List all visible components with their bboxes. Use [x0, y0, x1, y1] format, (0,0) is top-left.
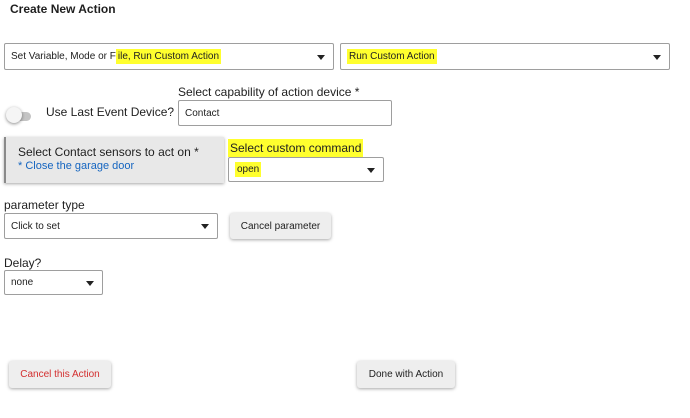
- selected-device: * Close the garage door: [18, 160, 135, 172]
- parameter-type-select[interactable]: Click to set: [4, 213, 218, 239]
- chevron-down-icon: [317, 54, 325, 60]
- cancel-parameter-button[interactable]: Cancel parameter: [230, 213, 331, 239]
- chevron-down-icon: [653, 54, 661, 60]
- action-type-value: Set Variable, Mode or File, Run Custom A…: [11, 49, 222, 64]
- toggle-knob[interactable]: [6, 107, 22, 123]
- action-type-select[interactable]: Set Variable, Mode or File, Run Custom A…: [4, 43, 334, 70]
- delay-value: none: [11, 277, 34, 288]
- delay-label: Delay?: [4, 256, 42, 270]
- custom-command-value: open: [235, 162, 262, 177]
- parameter-type-label: parameter type: [4, 198, 85, 212]
- capability-value: Contact: [185, 107, 220, 119]
- parameter-type-value: Click to set: [11, 220, 60, 232]
- capability-select[interactable]: Contact: [178, 100, 392, 126]
- custom-command-label: Select custom command: [228, 139, 364, 157]
- custom-command-select[interactable]: open: [228, 157, 384, 182]
- chevron-down-icon: [367, 167, 375, 173]
- chevron-down-icon: [201, 224, 209, 229]
- action-subtype-select[interactable]: Run Custom Action: [340, 43, 670, 70]
- cancel-action-button[interactable]: Cancel this Action: [9, 361, 111, 388]
- device-select-label: Select Contact sensors to act on *: [18, 145, 199, 159]
- action-subtype-value: Run Custom Action: [347, 49, 437, 64]
- done-action-button[interactable]: Done with Action: [357, 361, 455, 388]
- page-title: Create New Action: [10, 2, 116, 16]
- device-select-card[interactable]: Select Contact sensors to act on * * Clo…: [4, 137, 224, 183]
- use-last-event-label: Use Last Event Device?: [46, 105, 175, 119]
- capability-label: Select capability of action device *: [178, 85, 360, 99]
- delay-select[interactable]: none: [4, 270, 103, 295]
- chevron-down-icon: [86, 280, 94, 286]
